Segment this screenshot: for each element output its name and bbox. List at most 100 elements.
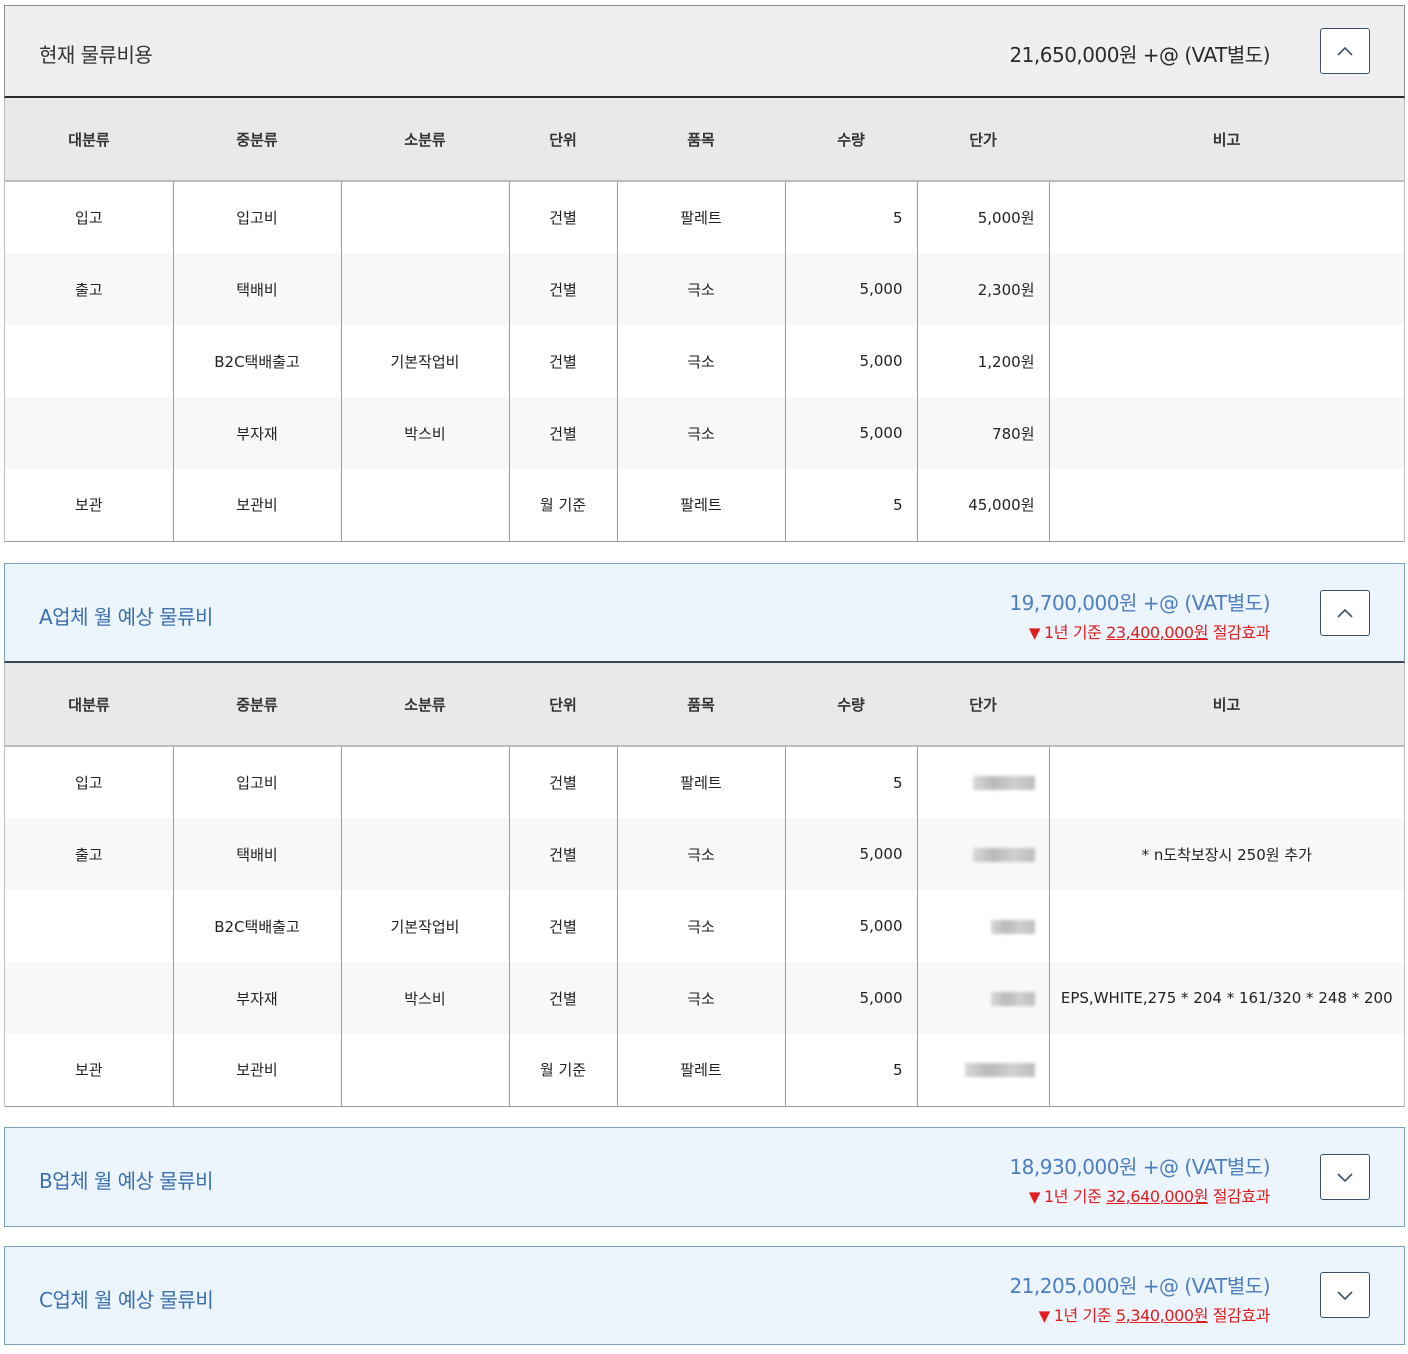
cell-price: 1,200원 [917, 325, 1050, 397]
vendor-b-title: B업체 월 예상 물류비 [39, 1169, 214, 1193]
vendor-a-toggle-button[interactable] [1320, 590, 1370, 636]
cell-major: 출고 [5, 253, 174, 325]
table-row: 부자재 박스비 건별 극소 5,000 780원 [5, 397, 1404, 469]
vendor-a-table-wrap: 대분류 중분류 소분류 단위 품목 수량 단가 비고 입고 입고비 건별 팔레트 5 출고 택배비 건별 극소… [4, 663, 1405, 1107]
vendor-c-saving: ▼ 1년 기준 5,340,000원 절감효과 [1038, 1302, 1271, 1326]
table-row: 보관 보관비 월 기준 팔레트 5 45,000원 [5, 469, 1404, 542]
current-cost-header: 현재 물류비용 21,650,000원 +@ (VAT별도) [4, 5, 1405, 98]
column-header: 단가 [917, 663, 1049, 747]
cell-price [917, 962, 1050, 1034]
column-header: 소분류 [341, 663, 509, 747]
cell-qty: 5 [785, 181, 918, 253]
chevron-down-icon [1337, 1173, 1353, 1183]
cell-unit: 건별 [509, 253, 618, 325]
column-header: 소분류 [341, 98, 509, 182]
cell-minor [341, 818, 510, 890]
cell-major: 출고 [5, 818, 174, 890]
saving-suffix: 절감효과 [1208, 1306, 1271, 1325]
cell-item: 극소 [617, 962, 786, 1034]
vendor-b-saving: ▼ 1년 기준 32,640,000원 절감효과 [1029, 1183, 1271, 1207]
current-cost-total: 21,650,000원 +@ (VAT별도) [1009, 43, 1270, 67]
cell-unit: 건별 [509, 397, 618, 469]
vendor-c-header: C업체 월 예상 물류비 21,205,000원 +@ (VAT별도) ▼ 1년 … [4, 1246, 1405, 1345]
cell-item: 팔레트 [617, 469, 786, 542]
cell-unit: 건별 [509, 746, 618, 818]
cell-qty: 5 [785, 1034, 918, 1107]
cell-minor [341, 746, 510, 818]
cell-unit: 건별 [509, 818, 618, 890]
cell-note [1049, 1034, 1404, 1107]
cell-item: 극소 [617, 818, 786, 890]
vendor-c-toggle-button[interactable] [1320, 1272, 1370, 1318]
current-cost-table: 대분류 중분류 소분류 단위 품목 수량 단가 비고 입고 입고비 건별 팔레트 5 5,000원 출고 택… [5, 98, 1404, 542]
cell-item: 팔레트 [617, 1034, 786, 1107]
column-header: 중분류 [173, 98, 341, 182]
table-row: 출고 택배비 건별 극소 5,000 2,300원 [5, 253, 1404, 325]
cell-major [5, 962, 174, 1034]
vendor-b-section: B업체 월 예상 물류비 18,930,000원 +@ (VAT별도) ▼ 1년 … [4, 1127, 1405, 1227]
cell-unit: 건별 [509, 890, 618, 962]
cell-item: 극소 [617, 397, 786, 469]
cell-qty: 5 [785, 746, 918, 818]
cell-item: 극소 [617, 890, 786, 962]
down-triangle-icon: ▼ [1038, 1307, 1051, 1325]
chevron-up-icon [1337, 608, 1353, 618]
cell-unit: 월 기준 [509, 469, 618, 542]
column-header: 단위 [509, 98, 617, 182]
cell-price: 2,300원 [917, 253, 1050, 325]
cell-qty: 5,000 [785, 325, 918, 397]
cell-price [917, 746, 1050, 818]
saving-suffix: 절감효과 [1208, 623, 1271, 642]
cell-minor [341, 253, 510, 325]
vendor-a-header: A업체 월 예상 물류비 19,700,000원 +@ (VAT별도) ▼ 1년 … [4, 563, 1405, 663]
saving-prefix: 1년 기준 [1043, 1187, 1107, 1206]
cell-price: 45,000원 [917, 469, 1050, 542]
cell-minor: 기본작업비 [341, 890, 510, 962]
cell-note [1049, 890, 1404, 962]
current-cost-toggle-button[interactable] [1320, 28, 1370, 74]
cell-note [1049, 325, 1404, 397]
cell-mid: 입고비 [173, 746, 342, 818]
cell-qty: 5,000 [785, 253, 918, 325]
vendor-b-total: 18,930,000원 +@ (VAT별도) [1009, 1155, 1270, 1179]
cell-item: 극소 [617, 325, 786, 397]
cell-item: 팔레트 [617, 746, 786, 818]
cell-mid: 보관비 [173, 1034, 342, 1107]
saving-prefix: 1년 기준 [1053, 1306, 1116, 1325]
redacted-price [964, 1063, 1035, 1078]
cell-minor: 기본작업비 [341, 325, 510, 397]
cell-qty: 5,000 [785, 962, 918, 1034]
cell-note [1049, 469, 1404, 542]
cell-price: 5,000원 [917, 181, 1050, 253]
column-header: 비고 [1049, 98, 1404, 182]
cell-major [5, 325, 174, 397]
table-row: B2C택배출고 기본작업비 건별 극소 5,000 1,200원 [5, 325, 1404, 397]
cell-unit: 건별 [509, 325, 618, 397]
chevron-up-icon [1337, 46, 1353, 56]
cell-note [1049, 746, 1404, 818]
current-cost-title: 현재 물류비용 [39, 43, 153, 67]
column-header: 수량 [785, 98, 917, 182]
cell-mid: 택배비 [173, 818, 342, 890]
saving-amount: 5,340,000원 [1115, 1306, 1209, 1325]
table-row: 출고 택배비 건별 극소 5,000 * n도착보장시 250원 추가 [5, 818, 1404, 890]
cell-mid: 입고비 [173, 181, 342, 253]
table-row: 입고 입고비 건별 팔레트 5 5,000원 [5, 181, 1404, 253]
column-header: 대분류 [5, 663, 173, 747]
saving-suffix: 절감효과 [1208, 1187, 1271, 1206]
vendor-b-toggle-button[interactable] [1320, 1154, 1370, 1200]
column-header: 단위 [509, 663, 617, 747]
cell-minor: 박스비 [341, 962, 510, 1034]
saving-prefix: 1년 기준 [1043, 623, 1107, 642]
redacted-price [990, 991, 1035, 1006]
cell-note [1049, 181, 1404, 253]
cell-unit: 월 기준 [509, 1034, 618, 1107]
cell-major [5, 397, 174, 469]
cell-price [917, 890, 1050, 962]
saving-amount: 32,640,000원 [1106, 1187, 1209, 1206]
vendor-b-header: B업체 월 예상 물류비 18,930,000원 +@ (VAT별도) ▼ 1년 … [4, 1127, 1405, 1227]
cell-major: 입고 [5, 181, 174, 253]
vendor-c-total: 21,205,000원 +@ (VAT별도) [1009, 1274, 1270, 1298]
column-header: 중분류 [173, 663, 341, 747]
column-header: 품목 [617, 98, 785, 182]
